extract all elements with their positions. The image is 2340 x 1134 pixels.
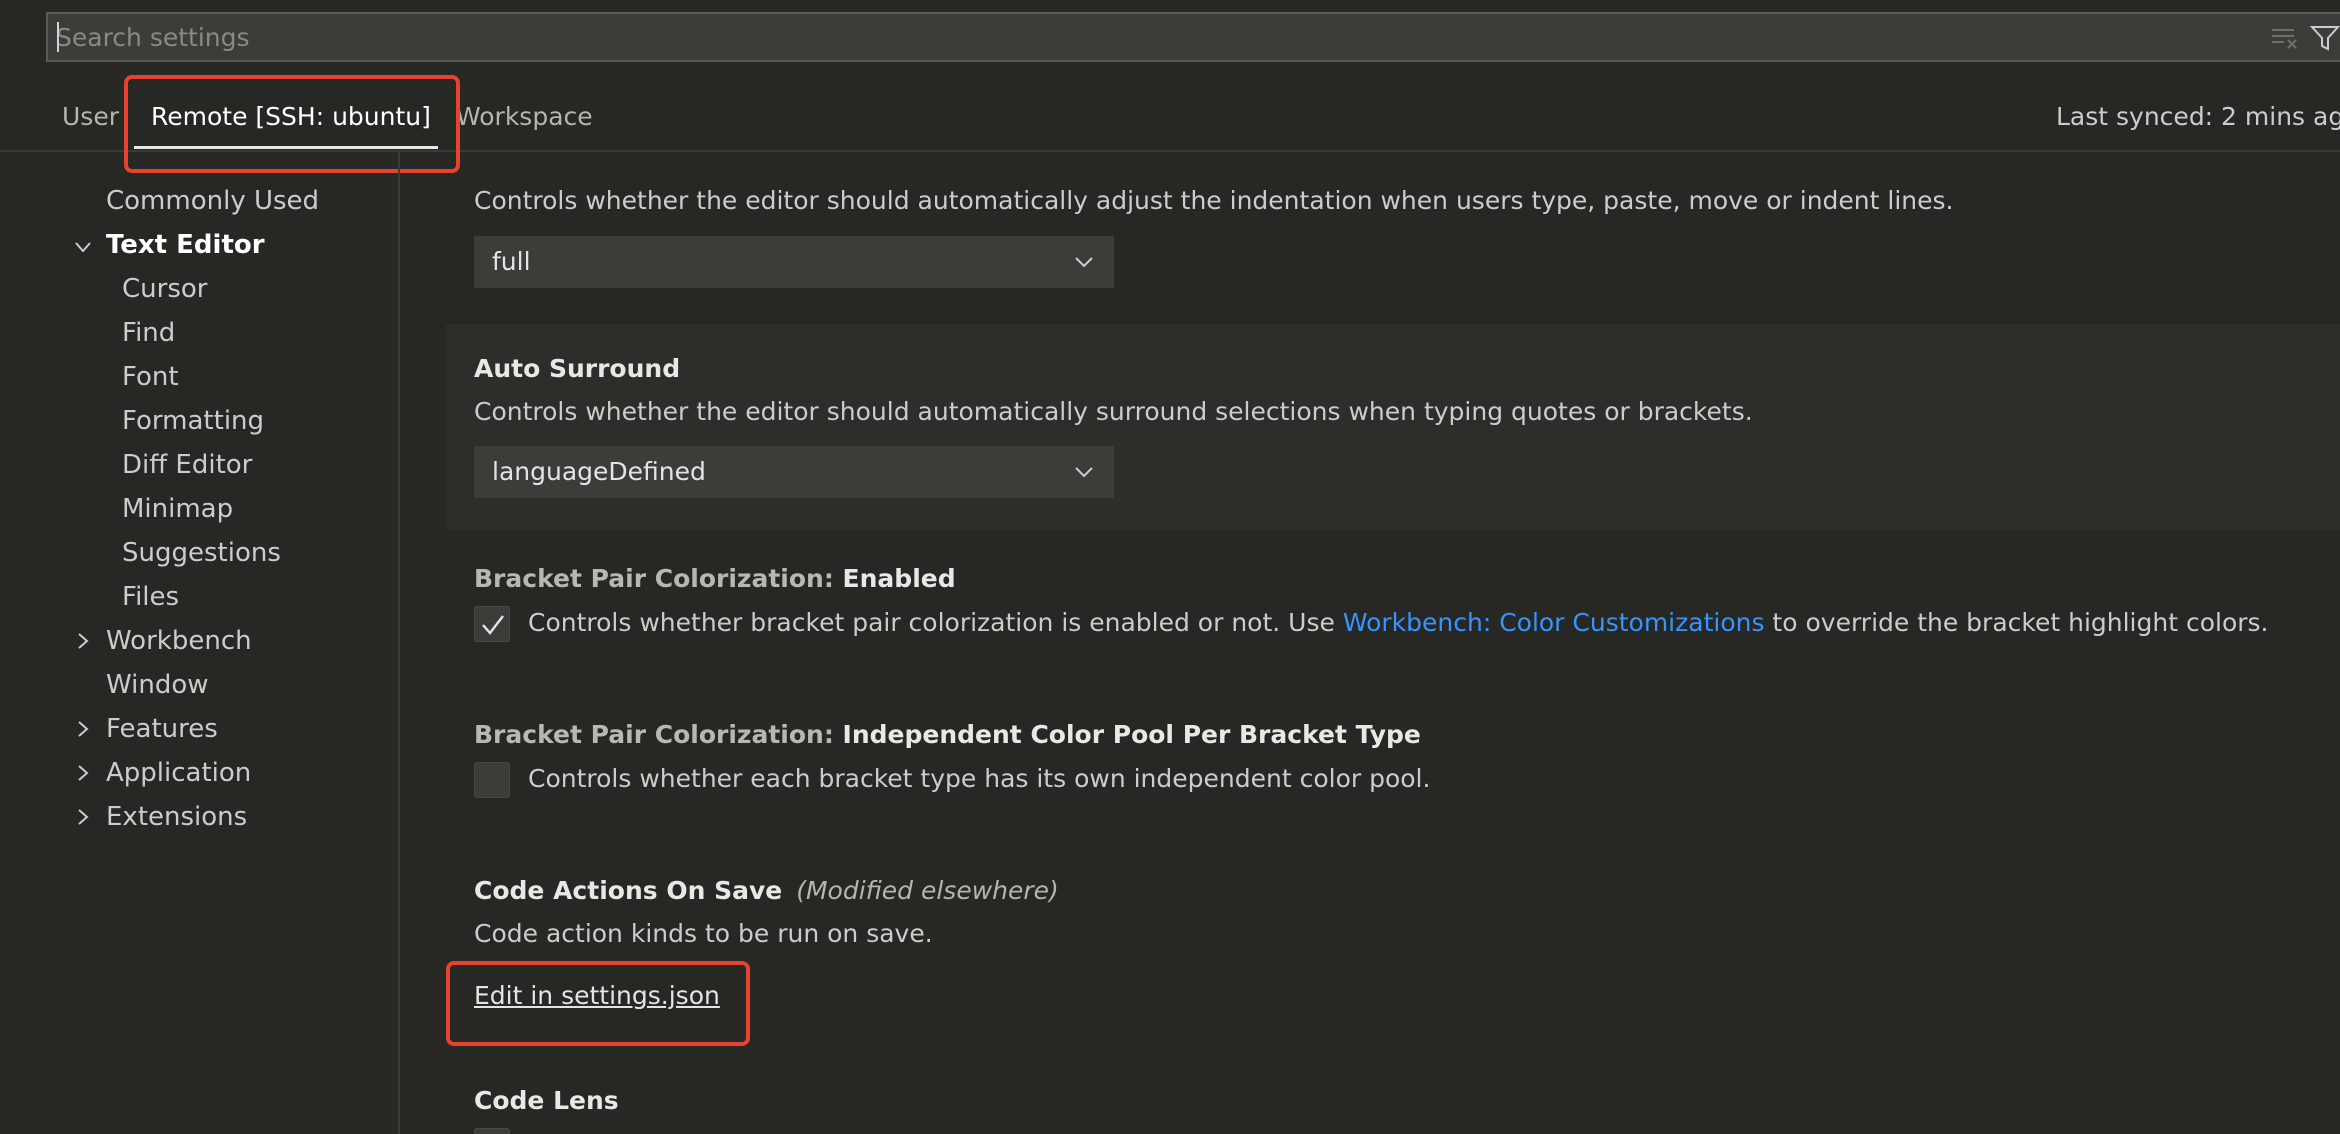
setting-name: Enabled — [842, 564, 956, 593]
auto-indent-dropdown[interactable]: full — [474, 236, 1114, 288]
bracket-pair-pool-checkbox[interactable] — [474, 762, 510, 798]
text-caret — [57, 22, 59, 52]
toc-item-minimap[interactable]: Minimap — [122, 492, 233, 526]
setting-name: Independent Color Pool Per Bracket Type — [842, 720, 1421, 749]
auto-indent-description: Controls whether the editor should autom… — [474, 186, 1954, 215]
toc-item-formatting[interactable]: Formatting — [122, 404, 264, 438]
toc-item-suggestions[interactable]: Suggestions — [122, 536, 281, 570]
toc-item-application[interactable]: Application — [106, 756, 251, 790]
toc-item-extensions[interactable]: Extensions — [106, 800, 247, 834]
chevron-down-icon — [1075, 467, 1093, 478]
settings-scope-tabs: User Remote [SSH: ubuntu] Workspace Last… — [0, 90, 2340, 152]
search-bar — [46, 12, 2340, 62]
auto-surround-description: Controls whether the editor should autom… — [474, 397, 1753, 426]
setting-category: Bracket Pair Colorization: — [474, 564, 843, 593]
focused-setting-row — [446, 324, 2340, 530]
settings-list: Controls whether the editor should autom… — [400, 152, 2340, 1134]
bracket-pair-enabled-checkbox[interactable] — [474, 606, 510, 642]
filter-icon[interactable] — [2310, 24, 2340, 52]
bracket-pair-enabled-description: Controls whether bracket pair colorizati… — [528, 608, 2269, 637]
toc-item-text-editor[interactable]: Text Editor — [106, 228, 265, 262]
toc-item-font[interactable]: Font — [122, 360, 179, 394]
toc-item-workbench[interactable]: Workbench — [106, 624, 252, 658]
setting-category: Bracket Pair Colorization: — [474, 720, 843, 749]
search-input[interactable] — [56, 14, 2246, 60]
code-actions-title: Code Actions On Save (Modified elsewhere) — [474, 876, 1059, 905]
checkmark-icon — [482, 615, 504, 635]
active-tab-underline — [134, 146, 438, 149]
code-actions-description: Code action kinds to be run on save. — [474, 919, 933, 948]
tab-user[interactable]: User — [62, 102, 119, 131]
settings-toc: Commonly Used Text Editor Cursor Find Fo… — [0, 152, 400, 1134]
bracket-pair-enabled-title: Bracket Pair Colorization: Enabled — [474, 564, 956, 593]
toc-item-find[interactable]: Find — [122, 316, 175, 350]
bracket-pair-pool-title: Bracket Pair Colorization: Independent C… — [474, 720, 1421, 749]
bracket-pair-pool-description: Controls whether each bracket type has i… — [528, 764, 1431, 793]
auto-indent-value: full — [492, 247, 531, 276]
toc-item-diff-editor[interactable]: Diff Editor — [122, 448, 252, 482]
color-customizations-link[interactable]: Workbench: Color Customizations — [1343, 608, 1765, 637]
desc-text-after: to override the bracket highlight colors… — [1764, 608, 2269, 637]
auto-surround-value: languageDefined — [492, 457, 706, 486]
toc-item-commonly-used[interactable]: Commonly Used — [106, 184, 319, 218]
toc-item-files[interactable]: Files — [122, 580, 179, 614]
toc-item-features[interactable]: Features — [106, 712, 218, 746]
sync-status: Last synced: 2 mins ago — [2056, 102, 2340, 131]
chevron-right-icon[interactable] — [72, 762, 94, 784]
chevron-down-icon[interactable] — [72, 236, 94, 258]
tab-remote[interactable]: Remote [SSH: ubuntu] — [151, 102, 431, 131]
chevron-right-icon[interactable] — [72, 718, 94, 740]
tab-workspace[interactable]: Workspace — [456, 102, 593, 131]
code-lens-checkbox[interactable] — [474, 1128, 510, 1134]
code-lens-title: Code Lens — [474, 1086, 619, 1115]
modified-elsewhere-indicator[interactable]: (Modified elsewhere) — [796, 876, 1059, 905]
auto-surround-dropdown[interactable]: languageDefined — [474, 446, 1114, 498]
desc-text-before: Controls whether bracket pair colorizati… — [528, 608, 1343, 637]
chevron-right-icon[interactable] — [72, 630, 94, 652]
setting-name: Code Actions On Save — [474, 876, 783, 905]
clear-filter-icon[interactable] — [2270, 26, 2300, 50]
toc-item-window[interactable]: Window — [106, 668, 209, 702]
chevron-right-icon[interactable] — [72, 806, 94, 828]
toc-item-cursor[interactable]: Cursor — [122, 272, 207, 306]
chevron-down-icon — [1075, 257, 1093, 268]
auto-surround-title: Auto Surround — [474, 354, 681, 383]
edit-in-settings-json-link[interactable]: Edit in settings.json — [474, 981, 720, 1010]
